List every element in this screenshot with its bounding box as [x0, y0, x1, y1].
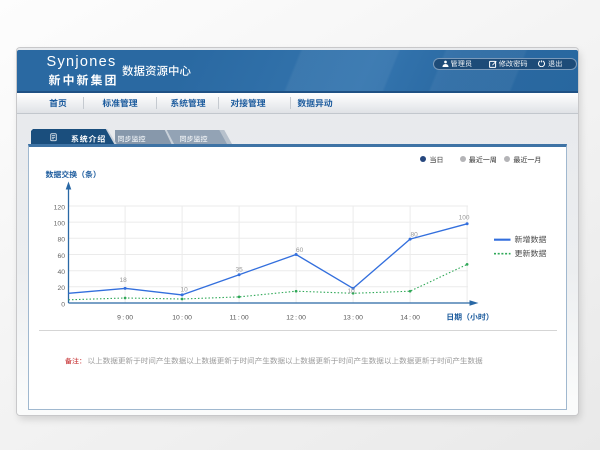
svg-text:9 : 00: 9 : 00 — [117, 315, 133, 322]
svg-text:11 : 00: 11 : 00 — [229, 315, 248, 322]
svg-text:80: 80 — [410, 231, 418, 238]
svg-text:100: 100 — [54, 221, 66, 228]
svg-text:35: 35 — [235, 267, 243, 274]
svg-text:80: 80 — [57, 237, 65, 244]
svg-text:0: 0 — [61, 301, 65, 308]
svg-text:100: 100 — [459, 215, 470, 222]
svg-text:120: 120 — [54, 204, 66, 211]
svg-text:10: 10 — [347, 288, 355, 295]
svg-text:10: 10 — [180, 286, 188, 293]
svg-text:60: 60 — [296, 247, 304, 254]
svg-text:10 : 00: 10 : 00 — [172, 315, 192, 322]
svg-text:60: 60 — [57, 253, 65, 260]
svg-text:40: 40 — [57, 269, 65, 276]
svg-text:18: 18 — [119, 277, 127, 284]
svg-text:13 : 00: 13 : 00 — [343, 315, 363, 322]
svg-text:12 : 00: 12 : 00 — [286, 315, 306, 322]
svg-text:14 : 00: 14 : 00 — [400, 315, 420, 322]
svg-text:20: 20 — [57, 285, 65, 292]
